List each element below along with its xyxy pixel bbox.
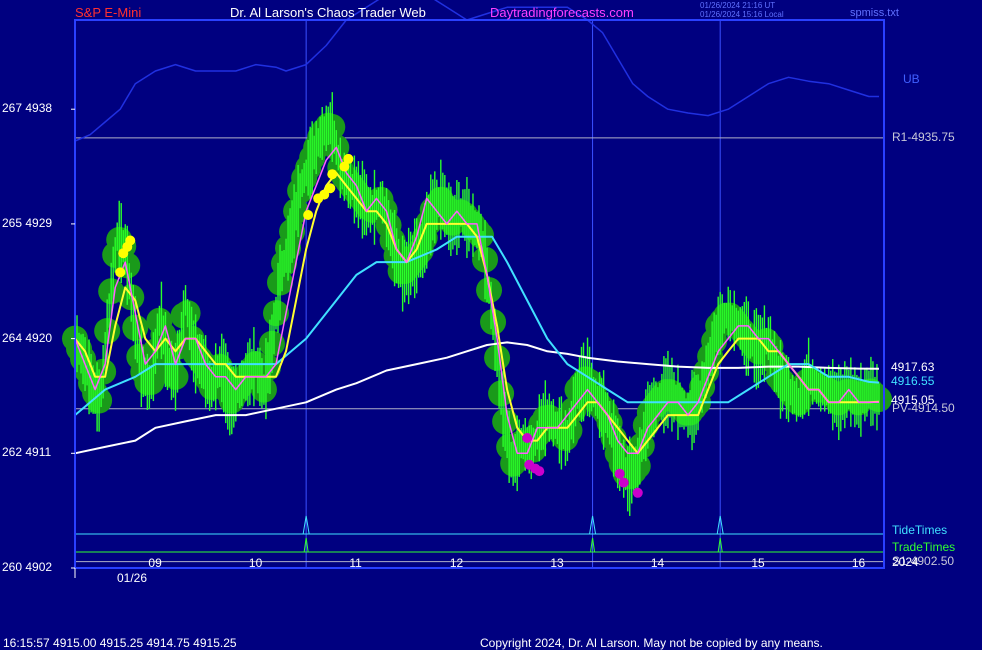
top-turn-dot [325,183,336,194]
x-tick-label: 15 [751,556,765,570]
y-tick-label: 264 4920 [2,330,53,345]
top-turn-dot [303,209,314,220]
x-tick-label: 16 [851,556,866,570]
site-title: Dr. Al Larson's Chaos Trader Web [230,5,426,20]
trade-times-label: TradeTimes [892,540,956,554]
end-value-label: 4916.55 [891,373,935,388]
tide-times-label: TideTimes [892,523,948,537]
end-value-label: 4915.05 [891,392,935,407]
x-tick-label: 12 [449,556,464,570]
top-turn-dot [115,267,126,278]
last-ohlc-readout: 16:15:57 4915.00 4915.25 4914.75 4915.25 [3,636,237,650]
chart-plot [62,0,892,578]
timestamp-local: 01/26/2024 15:16 Local [700,10,784,19]
y-tick-label: 265 4929 [2,215,53,230]
bottom-turn-dot [534,466,545,477]
bottom-turn-dot [522,433,533,444]
plot-frame-layer [71,19,885,578]
timestamp-ut: 01/26/2024 21:16 UT [700,1,776,10]
x-tick-label: 11 [349,556,362,570]
bottom-turn-dot [632,487,643,498]
band-line [74,0,879,142]
data-file-name: spmiss.txt [850,7,899,19]
copyright-notice: Copyright 2024, Dr. Al Larson. May not b… [480,636,823,650]
top-turn-dot [125,235,136,246]
top-turn-dot [327,169,338,180]
upper-band-label: UB [903,72,920,86]
x-tick-label: 13 [550,556,564,570]
y-tick-label: 267 4938 [2,101,53,116]
y-tick-label: 260 4902 [2,560,53,574]
fast-avg-line [74,146,879,455]
end-value-label: 4917.63 [891,359,935,374]
x-tick-label: 14 [650,556,665,570]
y-tick-label: 262 4911 [2,445,52,460]
x-tick-label: 10 [248,556,263,570]
x-tick-label: 09 [148,556,162,570]
top-turn-dot [343,153,354,164]
price-halo-layer [62,112,892,490]
bottom-turn-dot [614,468,625,479]
bottom-turn-dot [618,477,629,488]
chart-symbol-title: S&P E-Mini [75,5,142,20]
year-label: 2024 [892,555,919,569]
site-url-link[interactable]: Daytradingforecasts.com [490,6,634,20]
pivot-level-label: R1-4935.75 [892,129,955,144]
date-label: 01/26 [117,571,148,585]
